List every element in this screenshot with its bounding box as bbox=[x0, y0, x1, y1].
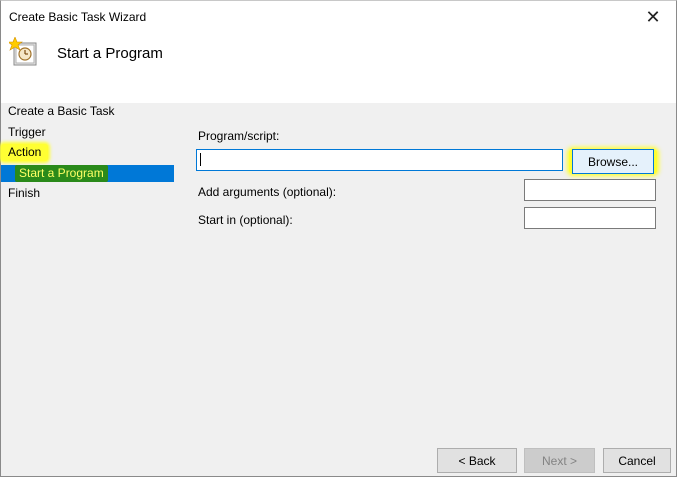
title-bar: Create Basic Task Wizard ✕ bbox=[1, 1, 676, 33]
close-icon: ✕ bbox=[645, 6, 661, 27]
window-title: Create Basic Task Wizard bbox=[9, 10, 147, 24]
step-trigger: Trigger bbox=[8, 125, 46, 139]
back-button[interactable]: < Back bbox=[437, 448, 517, 473]
step-action: Action bbox=[1, 144, 49, 161]
start-in-input[interactable] bbox=[524, 207, 656, 229]
program-script-input[interactable] bbox=[196, 149, 563, 171]
step-start-a-program-label: Start a Program bbox=[15, 165, 108, 182]
cancel-button[interactable]: Cancel bbox=[603, 448, 671, 473]
step-finish: Finish bbox=[8, 186, 41, 200]
step-start-a-program: Start a Program bbox=[1, 165, 174, 182]
browse-button[interactable]: Browse... bbox=[572, 149, 654, 174]
step-create-basic-task: Create a Basic Task bbox=[8, 104, 115, 118]
wizard-window: Create Basic Task Wizard ✕ Start a Progr… bbox=[0, 0, 677, 477]
wizard-header: Start a Program bbox=[1, 33, 676, 103]
close-button[interactable]: ✕ bbox=[630, 1, 676, 33]
next-button[interactable]: Next > bbox=[524, 448, 595, 473]
text-caret bbox=[200, 153, 201, 166]
task-scheduler-icon bbox=[9, 37, 37, 66]
page-title: Start a Program bbox=[57, 45, 163, 62]
start-in-label: Start in (optional): bbox=[198, 213, 293, 227]
program-script-label: Program/script: bbox=[198, 129, 280, 143]
add-arguments-label: Add arguments (optional): bbox=[198, 185, 337, 199]
add-arguments-input[interactable] bbox=[524, 179, 656, 201]
